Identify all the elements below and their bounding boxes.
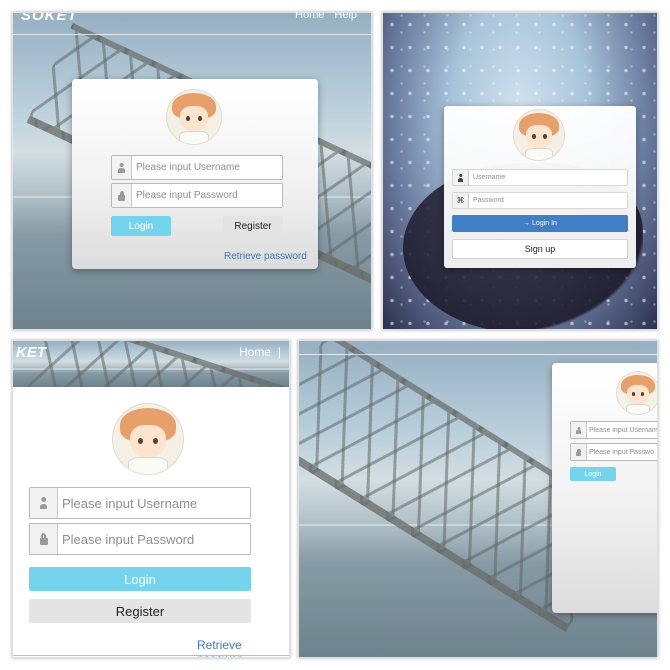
top-navbar: SOKET Home Help [13, 13, 371, 35]
password-field [111, 183, 283, 208]
brand-logo[interactable]: SOKET [21, 13, 78, 24]
password-input[interactable] [132, 184, 282, 207]
username-field [570, 421, 657, 439]
username-input[interactable] [132, 156, 282, 179]
avatar [616, 371, 657, 415]
username-field [111, 155, 283, 180]
person-icon [38, 497, 49, 509]
panel-bridge-cropped: Login [298, 340, 658, 658]
username-field [452, 169, 628, 186]
person-icon [457, 174, 464, 182]
username-input[interactable] [587, 422, 657, 438]
panel-rain-login: ⌘ →Login In Sign up [382, 12, 658, 330]
retrieve-password-link[interactable]: Retrieve password [224, 251, 307, 262]
password-input[interactable] [58, 524, 250, 554]
nav-home-link[interactable]: Home [295, 13, 324, 21]
user-addon [30, 488, 58, 518]
username-input[interactable] [58, 488, 250, 518]
password-field [29, 523, 251, 555]
avatar [513, 109, 565, 161]
avatar [112, 403, 184, 475]
login-in-label: Login In [532, 220, 557, 227]
username-field [29, 487, 251, 519]
avatar [166, 89, 222, 145]
panel-bridge-login-desktop: SOKET Home Help Login Register Retrieve … [12, 12, 372, 330]
panel-mobile-login: KET Home | Login Register Retrieve passw… [12, 340, 290, 658]
login-card-rain: ⌘ →Login In Sign up [444, 106, 636, 268]
key-addon: ⌘ [453, 193, 469, 208]
password-addon [571, 444, 587, 460]
password-field [570, 443, 657, 461]
person-icon [117, 163, 126, 173]
mobile-header: KET Home | [13, 341, 289, 387]
key-icon: ⌘ [456, 196, 465, 205]
person-icon [576, 427, 582, 434]
screenshot-collage: SOKET Home Help Login Register Retrieve … [0, 0, 670, 670]
user-addon [112, 156, 132, 179]
lock-icon [39, 533, 49, 545]
user-addon [571, 422, 587, 438]
nav-home-link[interactable]: Home [239, 345, 271, 359]
sign-up-button[interactable]: Sign up [452, 239, 628, 259]
password-field: ⌘ [452, 192, 628, 209]
login-card: Login Register Retrieve password [72, 79, 318, 269]
login-button[interactable]: Login [570, 467, 616, 481]
password-input[interactable] [469, 193, 627, 208]
password-addon [30, 524, 58, 554]
lock-icon [576, 448, 582, 456]
brand-logo[interactable]: KET [16, 344, 46, 361]
nav-links: Home Help [295, 13, 357, 21]
password-input[interactable] [587, 444, 657, 460]
username-input[interactable] [469, 170, 627, 185]
nav-help-link[interactable]: Help [334, 13, 357, 21]
password-addon [112, 184, 132, 207]
register-button[interactable]: Register [223, 216, 283, 236]
login-button[interactable]: Login [111, 216, 171, 236]
register-button[interactable]: Register [29, 599, 251, 623]
nav-separator: | [277, 345, 281, 359]
sign-in-icon: → [523, 220, 531, 227]
login-in-button[interactable]: → Login In [452, 215, 628, 232]
user-addon [453, 170, 469, 185]
login-button[interactable]: Login [29, 567, 251, 591]
login-card-cropped: Login [552, 363, 657, 613]
lock-icon [118, 190, 126, 201]
